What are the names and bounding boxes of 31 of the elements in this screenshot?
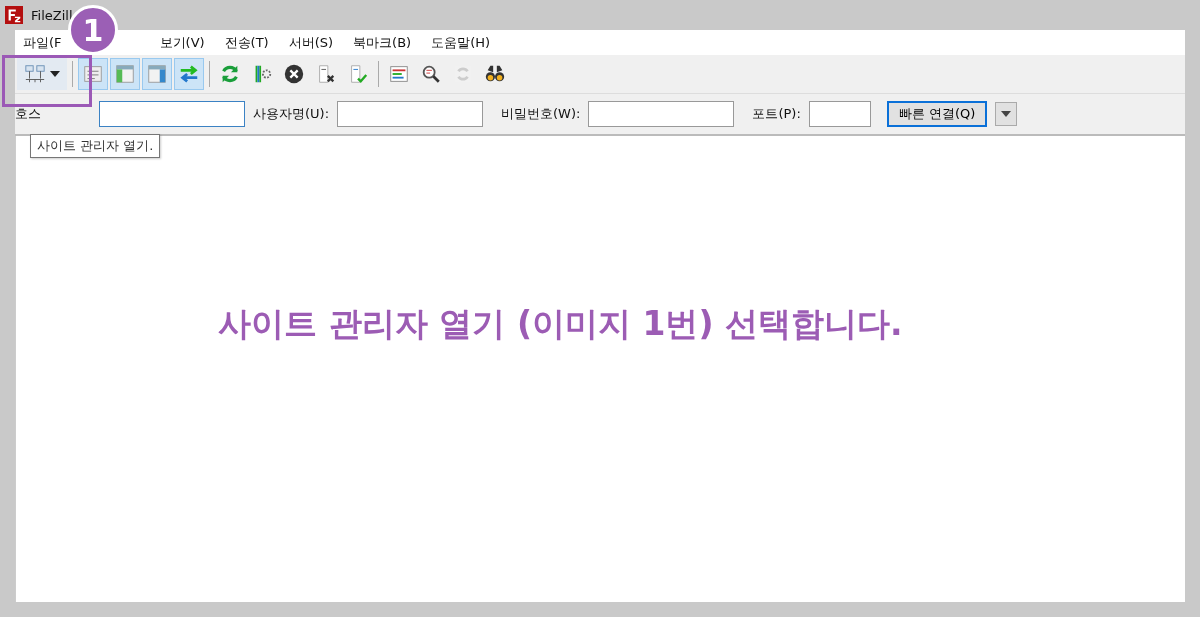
history-dropdown-button[interactable] [995,102,1018,126]
caret-icon [50,71,60,77]
host-field[interactable] [99,101,245,127]
menu-item[interactable]: 보기(V) [149,33,215,52]
filter-list-icon [388,63,410,85]
quickconnect-button[interactable]: 빠른 연결(Q) [886,101,988,127]
left-pane-icon [114,63,136,85]
tooltip: 사이트 관리자 열기. [30,134,161,158]
password-field[interactable] [588,101,735,127]
instruction-caption: 사이트 관리자 열기 (이미지 1번) 선택합니다. [218,302,903,345]
caret-icon [1001,111,1012,117]
window-title: FileZill [31,7,73,23]
server-tree-icon [24,63,46,85]
password-label: 비밀번호(W): [501,105,581,123]
username-field[interactable] [337,101,484,127]
port-label: 포트(P): [752,105,801,123]
cancel-icon [283,63,305,85]
menu-item[interactable]: 도움말(H) [421,33,501,52]
port-field[interactable] [808,101,871,127]
swap-arrows-icon [178,63,200,85]
refresh-icon [219,63,241,85]
menu-item[interactable]: 북마크(B) [343,33,422,52]
menu-item[interactable]: 파일(F [15,33,62,52]
magnifier-icon [420,63,442,85]
username-label: 사용자명(U): [253,105,330,123]
menu-item[interactable]: 전송(T) [214,33,279,52]
menu-item[interactable]: 서버(S) [278,33,344,52]
toolbar-button[interactable] [17,58,67,90]
host-label: 호스 [15,105,41,123]
app-logo-icon [5,6,23,24]
right-pane-icon [146,63,168,85]
